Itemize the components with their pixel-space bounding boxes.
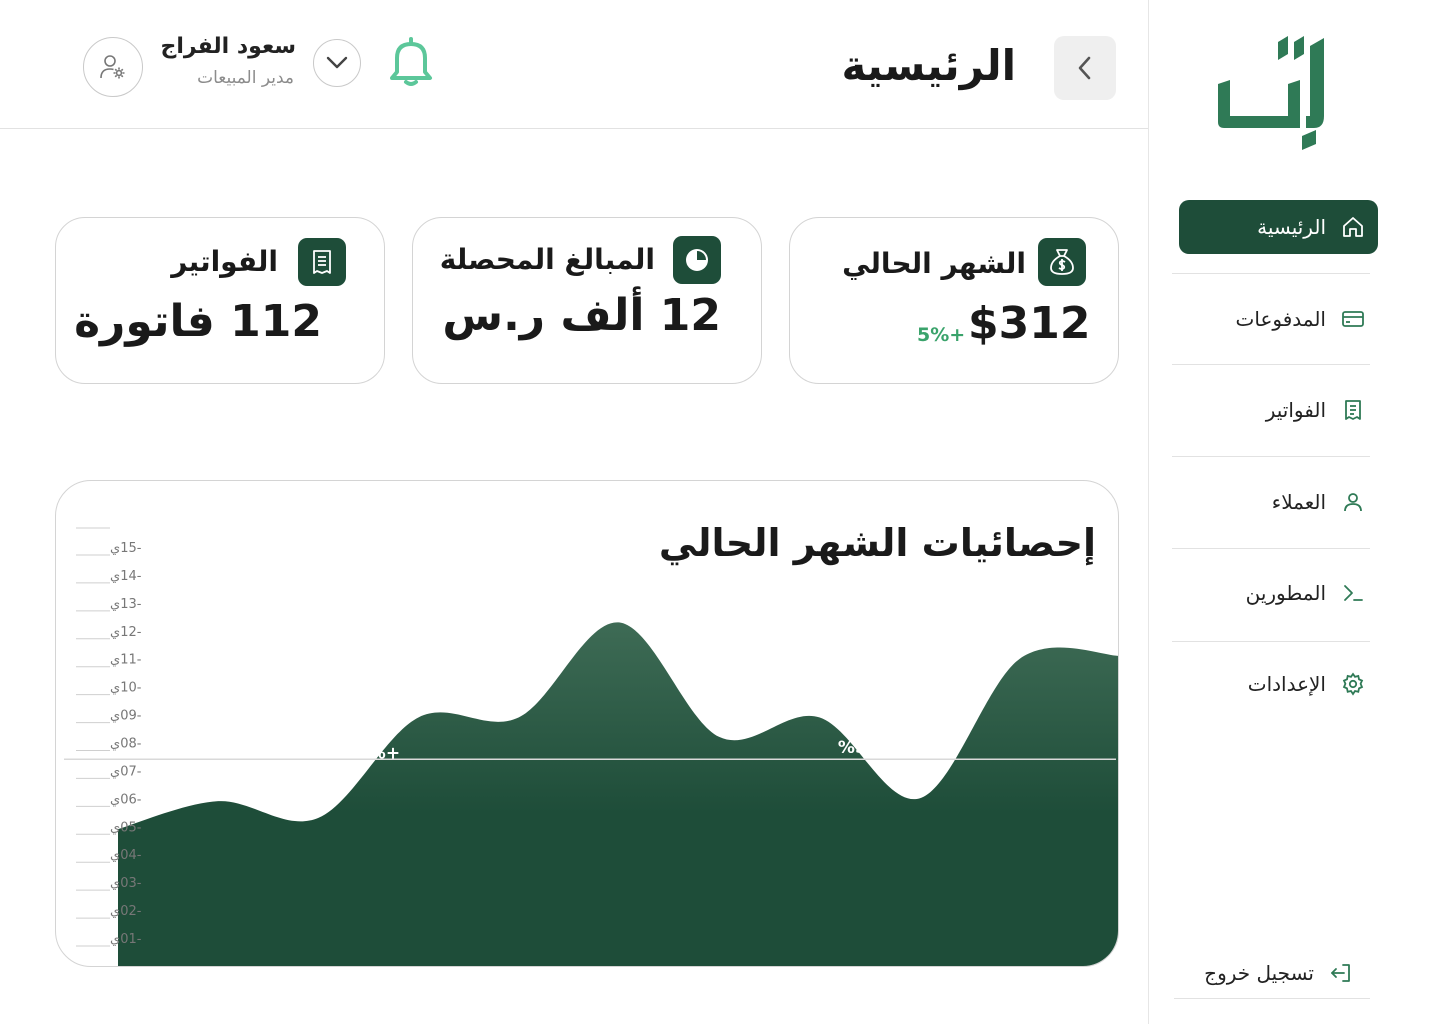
y-tick-label: -07ي (110, 764, 142, 779)
invoice-icon (298, 238, 346, 286)
trend-badge: +5% (917, 324, 966, 346)
y-tick-label: -01ي (110, 932, 142, 947)
sidebar-item-customers[interactable]: العملاء (1178, 475, 1378, 529)
card-value: $312 (968, 298, 1091, 349)
divider (1172, 273, 1370, 274)
logout-icon (1328, 960, 1354, 986)
avatar[interactable] (83, 37, 143, 97)
chevron-left-icon (1078, 56, 1091, 80)
area-series (118, 622, 1118, 966)
sidebar-item-settings[interactable]: الإعدادات (1178, 657, 1378, 711)
brand-logo (1218, 36, 1324, 150)
sidebar-item-developers[interactable]: المطورين (1178, 566, 1378, 620)
y-tick-label: -04ي (110, 848, 142, 863)
app-root: الرئيسية المدفوعات الفواتير العملاء المط… (0, 0, 1440, 1024)
sidebar-item-label: العملاء (1271, 490, 1326, 514)
y-tick-label: -12ي (110, 625, 142, 640)
sidebar-item-label: الرئيسية (1257, 215, 1326, 239)
home-icon (1340, 214, 1366, 240)
y-tick-label: -06ي (110, 792, 142, 807)
page-title: الرئيسية (841, 41, 1016, 90)
user-menu-dropdown[interactable] (313, 39, 361, 87)
annotation-label: 3%+ (357, 743, 400, 763)
y-tick-label: -10ي (110, 681, 142, 696)
pie-chart-icon (673, 236, 721, 284)
logout-label: تسجيل خروج (1204, 961, 1314, 985)
sidebar-item-payments[interactable]: المدفوعات (1178, 292, 1378, 346)
stats-chart-panel: -01ي -02ي -03ي -04ي -05ي -06ي -07ي -08ي -09ي -10ي… (55, 480, 1119, 967)
sidebar-item-label: المدفوعات (1235, 307, 1326, 331)
stat-card-current-month: الشهر الحالي $312 +5% (789, 217, 1119, 384)
money-bag-icon (1038, 238, 1086, 286)
chevron-down-icon (326, 56, 348, 69)
sidebar-item-home[interactable]: الرئيسية (1179, 200, 1378, 254)
divider (1172, 364, 1370, 365)
y-tick-label: -08ي (110, 737, 142, 752)
annotation-label: %5+ (838, 738, 881, 758)
divider (1172, 456, 1370, 457)
bell-icon (390, 37, 432, 86)
divider (1172, 641, 1370, 642)
logout-button[interactable]: تسجيل خروج (1164, 946, 1364, 1000)
stat-card-collected: المبالغ المحصلة 12 ألف ر.س (412, 217, 762, 384)
y-tick-label: -02ي (110, 904, 142, 919)
y-tick-label: -05ي (110, 820, 142, 835)
gear-icon (1340, 671, 1366, 697)
stat-card-invoices: الفواتير 112 فاتورة (55, 217, 385, 384)
y-tick-label: -15ي (110, 541, 142, 556)
chart-title: إحصائيات الشهر الحالي (658, 521, 1096, 565)
back-button[interactable] (1054, 36, 1116, 100)
user-name: سعود الفراج (160, 34, 296, 59)
y-tick-label: -11ي (110, 653, 142, 668)
y-tick-label: -03ي (110, 876, 142, 891)
divider (1172, 548, 1370, 549)
card-title: الشهر الحالي (842, 247, 1026, 280)
credit-card-icon (1340, 306, 1366, 332)
card-title: المبالغ المحصلة (439, 243, 655, 276)
terminal-icon (1340, 580, 1366, 606)
sidebar-item-invoices[interactable]: الفواتير (1178, 383, 1378, 437)
card-value: 12 ألف ر.س (442, 290, 721, 341)
y-tick-label: -14ي (110, 569, 142, 584)
card-value: 112 فاتورة (74, 296, 322, 347)
sidebar-item-label: الفواتير (1265, 398, 1326, 422)
divider (1174, 998, 1370, 999)
user-icon (1340, 489, 1366, 515)
sidebar-item-label: المطورين (1245, 581, 1326, 605)
notifications-button[interactable] (386, 36, 436, 88)
y-tick-label: -13ي (110, 597, 142, 612)
top-header: الرئيسية سعود الفراج مدير المبيعات (0, 0, 1148, 129)
sidebar: الرئيسية المدفوعات الفواتير العملاء المط… (1148, 0, 1440, 1024)
user-settings-icon (100, 55, 125, 79)
invoice-icon (1340, 397, 1366, 423)
y-tick-label: -09ي (110, 709, 142, 724)
sidebar-item-label: الإعدادات (1247, 672, 1326, 696)
user-role: مدير المبيعات (197, 68, 294, 88)
card-title: الفواتير (171, 245, 278, 278)
